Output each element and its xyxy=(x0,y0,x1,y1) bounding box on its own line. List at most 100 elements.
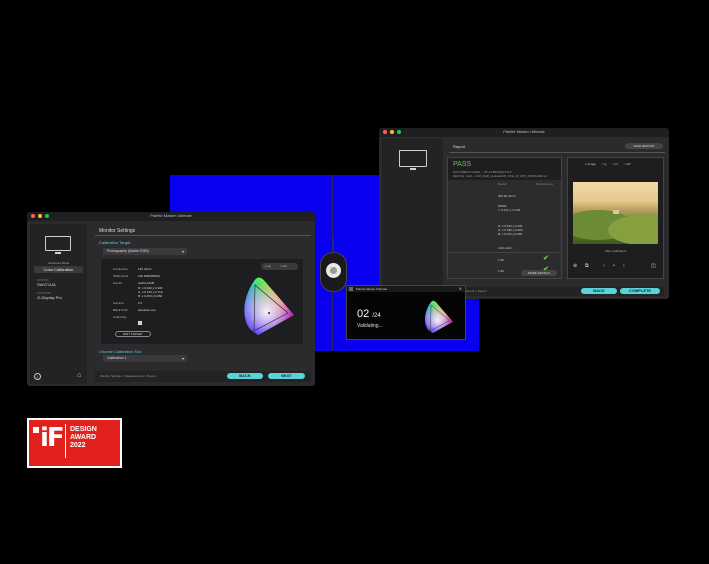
report-window-title: Palette Master Ultimate xyxy=(503,129,545,134)
sidebar-item-color-calibration[interactable]: Color Calibration xyxy=(34,266,83,273)
setting-value: B: x:0.150 y:0.060 xyxy=(138,294,163,298)
report-header-divider xyxy=(449,152,665,153)
result-value: 200.00 cd/m² xyxy=(498,194,516,198)
view-option-xy[interactable]: ○ xy xyxy=(601,162,607,166)
patch-total: /24 xyxy=(372,313,381,319)
settings-breadcrumb: Monitor Settings > Measurement > Report xyxy=(100,374,156,378)
settings-titlebar: Palette Master Ultimate xyxy=(27,212,315,221)
result-value: 1.60 xyxy=(498,258,504,262)
award-separator xyxy=(65,424,66,458)
patch-current: 02 xyxy=(357,308,370,320)
next-button[interactable]: NEXT xyxy=(268,373,305,379)
pass-label: PASS xyxy=(453,161,472,168)
setting-label: Black Point xyxy=(113,308,129,312)
setting-label: White Point xyxy=(113,274,129,278)
prev-icon[interactable]: ‹ xyxy=(603,263,605,269)
landscape-image xyxy=(573,182,658,244)
award-line-1: DESIGN xyxy=(70,426,97,433)
save-report-button[interactable]: SAVE REPORT xyxy=(625,143,663,149)
report-titlebar: Palette Master Ultimate xyxy=(379,128,669,137)
popup-app-icon xyxy=(349,287,353,291)
report-back-button[interactable]: BACK xyxy=(581,288,617,294)
monitor-model: SW271UA xyxy=(37,282,56,287)
award-text: DESIGN AWARD 2022 xyxy=(70,426,97,450)
view-option-image[interactable]: ● Image xyxy=(585,162,596,166)
home-icon[interactable]: ⌂ xyxy=(77,372,81,379)
more-details-button[interactable]: MORE DETAILS xyxy=(521,270,557,276)
close-icon[interactable]: ✕ xyxy=(459,286,462,292)
settings-window-title: Palette Master Ultimate xyxy=(150,213,192,218)
setting-row: Gamut Adobe RGB xyxy=(113,281,154,285)
validating-popup: Palette Master Ultimate ✕ 02 /24 Validat… xyxy=(346,285,466,340)
next-icon[interactable]: › xyxy=(623,263,625,269)
result-value: 1.60 xyxy=(498,269,504,273)
setting-row: Gamma 2.2 xyxy=(113,301,142,305)
calibration-slot-select[interactable]: Calibration 1 ▾ xyxy=(103,355,187,362)
settings-sidebar: Advanced Mode Color Calibration MONITOR … xyxy=(30,224,87,384)
setting-label: Luminance xyxy=(113,267,128,271)
result-value: B: x:0.150 y:0.060 xyxy=(498,232,523,236)
setting-value: absolute zero xyxy=(138,308,157,312)
result-value: x: 0.313 y: 0.329 xyxy=(498,208,521,212)
monitor-stand xyxy=(55,252,61,254)
uniformity-checkbox[interactable]: ✓ xyxy=(138,321,142,325)
preview-panel: ● Image ○ xy ○ u'v' ○ ab* After Calibrat… xyxy=(567,157,664,279)
complete-button[interactable]: COMPLETE xyxy=(620,288,660,294)
page-dot: ● xyxy=(613,263,615,267)
award-line-2: AWARD xyxy=(70,434,97,441)
sidebar-item-label: Color Calibration xyxy=(43,267,74,272)
chevron-down-icon: ▾ xyxy=(181,249,184,254)
mode-label: Advanced Mode xyxy=(47,261,70,265)
settings-header-divider xyxy=(95,235,311,236)
image-hill xyxy=(608,215,658,244)
setting-row: White Point CIE D65(6500K) xyxy=(113,274,160,278)
setting-value: 120 cd/m² xyxy=(138,267,152,271)
popup-titlebar: Palette Master Ultimate ✕ xyxy=(347,286,465,292)
popup-title: Palette Master Ultimate xyxy=(356,287,388,291)
chromaticity-diagram xyxy=(244,277,294,335)
col-header-result: Result xyxy=(498,182,507,186)
check-icon: ✔ xyxy=(543,255,549,262)
setting-value: Adobe RGB xyxy=(138,281,155,285)
setting-label: Gamut xyxy=(113,281,123,285)
report-section-title: Report xyxy=(453,144,466,149)
setting-value: 2.2 xyxy=(138,301,143,305)
zoom-icon[interactable]: ⊕ xyxy=(573,263,577,269)
view-option-ab[interactable]: ○ ab* xyxy=(624,162,631,166)
sensor-lens xyxy=(326,263,341,278)
edit-target-button[interactable]: EDIT TARGET xyxy=(115,331,151,337)
result-value: 0.00 cd/m² xyxy=(498,246,513,250)
chevron-down-icon: ▾ xyxy=(181,356,184,361)
settings-back-button[interactable]: BACK xyxy=(227,373,263,379)
calibration-target-value: Photography (Adobe RGB) xyxy=(107,249,149,253)
page-title: Monitor Settings xyxy=(99,228,136,234)
software-name: G-Display Pro xyxy=(37,295,62,300)
calibration-target-select[interactable]: Photography (Adobe RGB) ▾ xyxy=(103,248,187,255)
setting-row: Uniformity xyxy=(113,315,138,319)
award-line-3: 2022 xyxy=(70,442,86,449)
info-icon[interactable]: i xyxy=(34,373,41,380)
if-design-award-badge: iF DESIGN AWARD 2022 xyxy=(27,418,122,468)
white-point xyxy=(268,312,270,314)
calibration-target-label: Calibration Target xyxy=(99,240,131,245)
target-settings-panel: Luminance 120 cd/m² White Point CIE D65(650… xyxy=(101,259,303,344)
image-house xyxy=(613,210,619,214)
settings-window: Palette Master Ultimate Advanced Mode Co… xyxy=(27,212,315,386)
report-window: Palette Master Ultimate Report SAVE REPO… xyxy=(379,128,669,299)
if-logo: iF xyxy=(33,423,65,453)
setting-row: Luminance 120 cd/m² xyxy=(113,267,151,271)
split-view-icon[interactable]: ◫ xyxy=(651,263,656,269)
setting-label: Uniformity xyxy=(113,315,127,319)
validating-status: Validating... xyxy=(357,323,383,329)
col-header-performance: Performance xyxy=(536,182,554,186)
report-panel: PASS DOCUMENT CODE ... 2X-47JBKWQ07UL8 D… xyxy=(447,157,562,279)
view-option-uv[interactable]: ○ u'v' xyxy=(612,162,619,166)
compare-icon[interactable]: ⧉ xyxy=(585,263,589,269)
calibration-slot-value: Calibration 1 xyxy=(107,356,127,360)
setting-row: Black Point absolute zero xyxy=(113,308,156,312)
patch-counter: 02 /24 xyxy=(357,308,381,320)
setting-label: Gamma xyxy=(113,301,124,305)
monitor-icon xyxy=(45,236,71,251)
calibration-slot-label: Choose Calibration Slot xyxy=(99,349,142,354)
setting-value: CIE D65(6500K) xyxy=(138,274,161,278)
